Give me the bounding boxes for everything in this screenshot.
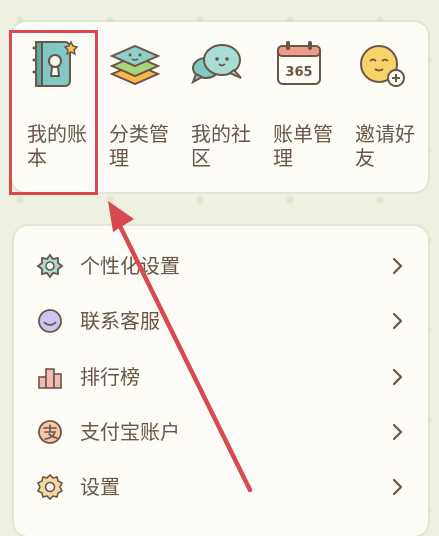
calendar-365-text: 365 (285, 65, 312, 80)
grid-item-bill-manage[interactable]: 365 账单管理 (260, 34, 342, 184)
menu-item-personalize[interactable]: 个性化设置 (36, 246, 416, 286)
grid-item-my-account-book[interactable]: 我的账本 (14, 34, 96, 184)
settings-gear-icon (36, 473, 64, 501)
menu-item-settings[interactable]: 设置 (36, 467, 416, 507)
calendar-365-icon: 365 (277, 41, 321, 85)
grid-item-label: 分类管理 (109, 122, 169, 170)
grid-item-my-community[interactable]: 我的社区 (178, 34, 260, 184)
category-stack-icon (109, 44, 161, 86)
grid-item-label: 我的账本 (27, 122, 87, 170)
invite-friend-icon (360, 45, 405, 87)
chevron-right-icon (392, 423, 403, 441)
menu-item-customer-service[interactable]: 联系客服 (36, 301, 416, 341)
grid-item-label: 账单管理 (273, 122, 333, 170)
grid-item-label: 邀请好友 (355, 122, 415, 170)
chevron-right-icon (392, 478, 403, 496)
chevron-right-icon (392, 312, 403, 330)
account-book-icon (32, 40, 79, 87)
menu-item-alipay-account[interactable]: 支付宝账户 (36, 412, 416, 452)
menu-item-label: 联系客服 (80, 309, 160, 333)
personalize-icon (36, 253, 64, 279)
menu-item-label: 支付宝账户 (80, 420, 180, 444)
menu-item-leaderboard[interactable]: 排行榜 (36, 357, 416, 397)
chevron-right-icon (392, 368, 403, 386)
menu-item-label: 排行榜 (80, 365, 140, 389)
customer-service-icon (38, 309, 62, 333)
menu-item-label: 个性化设置 (80, 254, 180, 278)
menu-item-label: 设置 (80, 475, 120, 499)
leaderboard-icon (38, 368, 62, 389)
grid-item-label: 我的社区 (191, 122, 251, 170)
grid-item-invite-friends[interactable]: 邀请好友 (342, 34, 424, 184)
community-chat-icon (191, 44, 242, 85)
grid-item-category-manage[interactable]: 分类管理 (96, 34, 178, 184)
alipay-icon (38, 420, 62, 444)
chevron-right-icon (392, 257, 403, 275)
